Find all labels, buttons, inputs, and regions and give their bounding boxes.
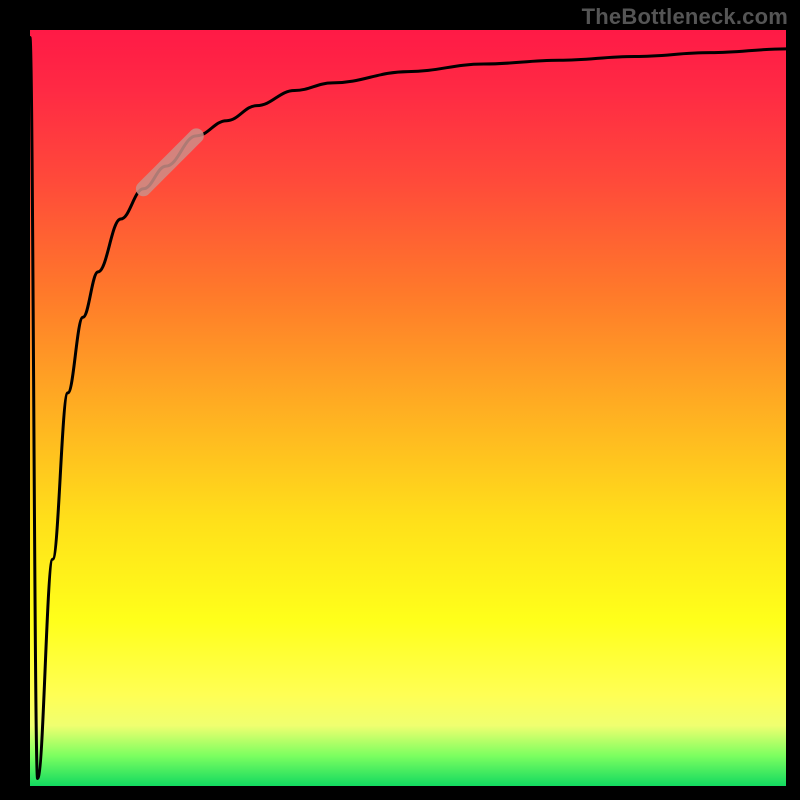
watermark: TheBottleneck.com (582, 4, 788, 30)
plot-area (30, 30, 786, 786)
chart-container: TheBottleneck.com (0, 0, 800, 800)
